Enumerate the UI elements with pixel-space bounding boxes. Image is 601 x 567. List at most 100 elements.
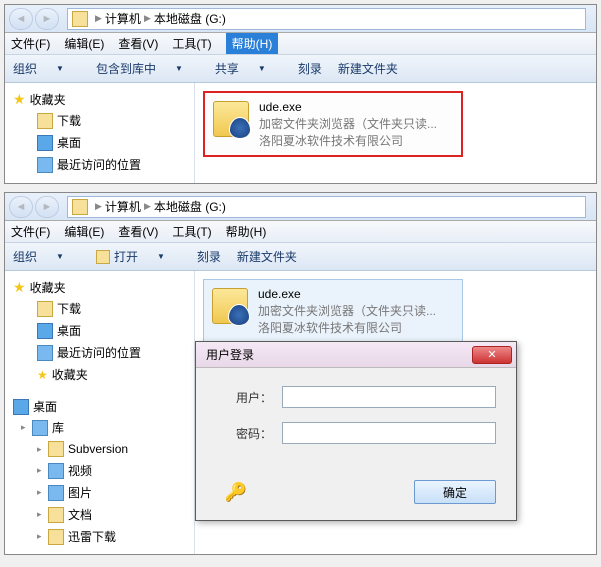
toolbar-include[interactable]: 包含到库中▼ [96,60,199,77]
close-icon: ✕ [487,348,496,361]
file-text: ude.exe 加密文件夹浏览器（文件夹只读... 洛阳夏冰软件技术有限公司 [259,99,437,149]
star-icon: ★ [13,279,26,296]
menu-edit[interactable]: 编辑(E) [64,35,104,52]
chevron-down-icon: ▼ [157,252,165,261]
breadcrumb-seg[interactable]: 计算机 [105,198,141,215]
triangle-icon: ▸ [37,531,45,542]
chevron-down-icon: ▼ [56,64,64,73]
toolbar-organize[interactable]: 组织▼ [13,248,80,265]
breadcrumb-seg[interactable]: 本地磁盘 (G:) [154,198,226,215]
menu-file[interactable]: 文件(F) [11,223,50,240]
sidebar-desktop[interactable]: 桌面 [9,396,190,417]
sidebar-item-recent[interactable]: 最近访问的位置 [9,342,190,363]
toolbar-newfolder[interactable]: 新建文件夹 [338,60,398,77]
breadcrumb-seg[interactable]: 本地磁盘 (G:) [154,10,226,27]
menu-tools[interactable]: 工具(T) [172,223,211,240]
toolbar-burn[interactable]: 刻录 [298,60,322,77]
ok-button[interactable]: 确定 [414,480,496,504]
app-icon [211,99,251,139]
star-icon: ★ [37,368,48,382]
sidebar: ★收藏夹 下载 桌面 最近访问的位置 [5,83,195,183]
menu-tools[interactable]: 工具(T) [172,35,211,52]
recent-icon [37,157,53,173]
docs-icon [48,507,64,523]
sidebar-item-downloads[interactable]: 下载 [9,110,190,131]
drive-icon [72,11,88,27]
close-button[interactable]: ✕ [472,346,512,364]
open-icon [96,250,110,264]
explorer-window-2: ◄ ► ▶ 计算机 ▶ 本地磁盘 (G:) 文件(F) 编辑(E) 查看(V) … [4,192,597,555]
menu-help[interactable]: 帮助(H) [226,33,279,54]
triangle-icon: ▸ [37,487,45,498]
menu-edit[interactable]: 编辑(E) [64,223,104,240]
app-icon [210,286,250,326]
titlebar: ◄ ► ▶ 计算机 ▶ 本地磁盘 (G:) [5,5,596,33]
dialog-titlebar: 用户登录 ✕ [196,342,516,368]
triangle-down-icon: ▸ [21,422,29,433]
chevron-right-icon: ▶ [95,13,102,24]
folder-icon [48,441,64,457]
menu-help[interactable]: 帮助(H) [226,223,267,240]
chevron-down-icon: ▼ [56,252,64,261]
sidebar-item-downloads[interactable]: 下载 [9,298,190,319]
chevron-right-icon: ▶ [144,201,151,212]
sidebar-item-favorites2[interactable]: ★收藏夹 [9,364,190,385]
forward-button[interactable]: ► [35,196,59,218]
sidebar-favorites[interactable]: ★收藏夹 [9,89,190,110]
dialog-title: 用户登录 [206,346,254,363]
sidebar-item-xunlei[interactable]: ▸迅雷下载 [9,526,190,547]
file-name: ude.exe [259,99,437,116]
sidebar-item-recent[interactable]: 最近访问的位置 [9,154,190,175]
address-bar[interactable]: ▶ 计算机 ▶ 本地磁盘 (G:) [67,196,586,218]
pictures-icon [48,485,64,501]
forward-button[interactable]: ► [35,8,59,30]
file-name: ude.exe [258,286,436,303]
menu-view[interactable]: 查看(V) [118,223,158,240]
login-dialog: 用户登录 ✕ 用户： 密码： 🔑 确定 [195,341,517,521]
sidebar-item-desktop[interactable]: 桌面 [9,132,190,153]
sidebar-item-libs[interactable]: ▸库 [9,417,190,438]
breadcrumb-seg[interactable]: 计算机 [105,10,141,27]
star-icon: ★ [13,91,26,108]
toolbar-organize[interactable]: 组织▼ [13,60,80,77]
library-icon [32,420,48,436]
file-desc: 加密文件夹浏览器（文件夹只读... [259,116,437,133]
content-pane: ★收藏夹 下载 桌面 最近访问的位置 ude.exe 加密文件夹浏览器（文件夹只… [5,83,596,183]
back-button[interactable]: ◄ [9,196,33,218]
triangle-icon: ▸ [37,465,45,476]
toolbar-open[interactable]: 打开▼ [96,248,181,265]
titlebar: ◄ ► ▶ 计算机 ▶ 本地磁盘 (G:) [5,193,596,221]
file-item-ude[interactable]: ude.exe 加密文件夹浏览器（文件夹只读... 洛阳夏冰软件技术有限公司 [203,91,463,157]
sidebar-item-video[interactable]: ▸视频 [9,460,190,481]
sidebar-item-desktop[interactable]: 桌面 [9,320,190,341]
address-bar[interactable]: ▶ 计算机 ▶ 本地磁盘 (G:) [67,8,586,30]
menubar: 文件(F) 编辑(E) 查看(V) 工具(T) 帮助(H) [5,221,596,243]
sidebar-item-pictures[interactable]: ▸图片 [9,482,190,503]
menu-view[interactable]: 查看(V) [118,35,158,52]
toolbar-burn[interactable]: 刻录 [197,248,221,265]
label-user: 用户： [216,389,272,406]
triangle-icon: ▸ [37,509,45,520]
row-user: 用户： [216,386,496,408]
menu-file[interactable]: 文件(F) [11,35,50,52]
file-company: 洛阳夏冰软件技术有限公司 [258,320,436,337]
label-pass: 密码： [216,425,272,442]
file-list: ude.exe 加密文件夹浏览器（文件夹只读... 洛阳夏冰软件技术有限公司 [195,83,596,183]
toolbar-newfolder[interactable]: 新建文件夹 [237,248,297,265]
chevron-down-icon: ▼ [175,64,183,73]
folder-icon [37,301,53,317]
sidebar-favorites[interactable]: ★收藏夹 [9,277,190,298]
toolbar-share[interactable]: 共享▼ [215,60,282,77]
chevron-right-icon: ▶ [144,13,151,24]
file-item-ude[interactable]: ude.exe 加密文件夹浏览器（文件夹只读... 洛阳夏冰软件技术有限公司 [203,279,463,343]
toolbar: 组织▼ 包含到库中▼ 共享▼ 刻录 新建文件夹 [5,55,596,83]
row-pass: 密码： [216,422,496,444]
input-pass[interactable] [282,422,496,444]
key-icon: 🔑 [222,478,250,506]
chevron-down-icon: ▼ [258,64,266,73]
input-user[interactable] [282,386,496,408]
file-list: ude.exe 加密文件夹浏览器（文件夹只读... 洛阳夏冰软件技术有限公司 用… [195,271,596,554]
sidebar-item-svn[interactable]: ▸Subversion [9,439,190,459]
sidebar-item-docs[interactable]: ▸文档 [9,504,190,525]
back-button[interactable]: ◄ [9,8,33,30]
